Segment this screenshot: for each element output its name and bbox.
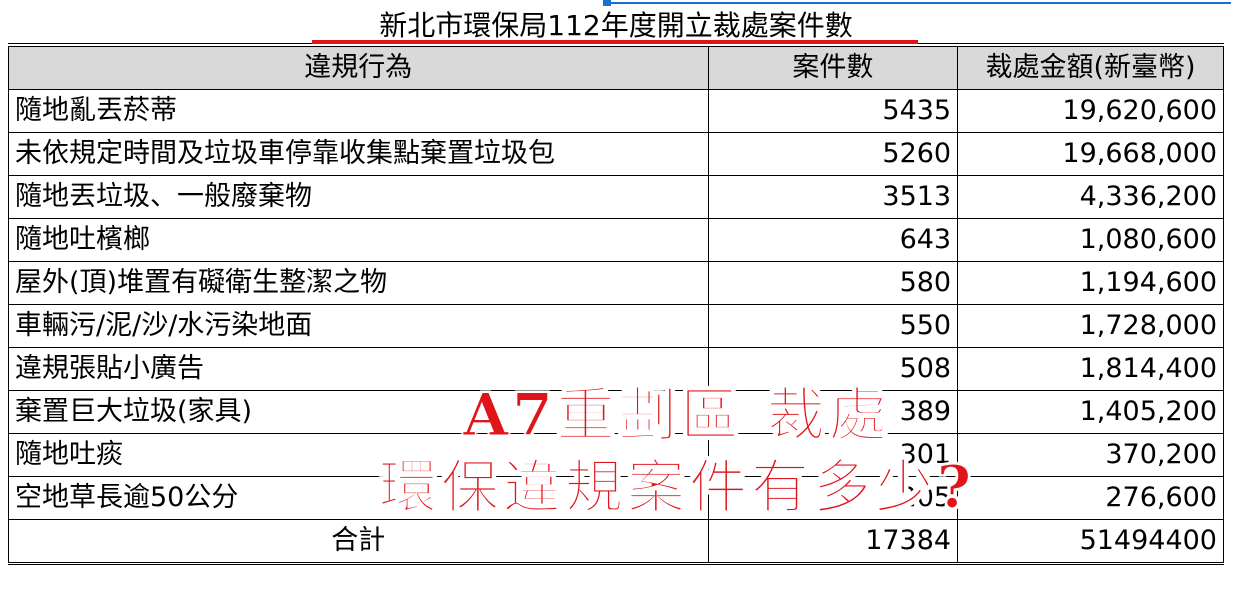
table-row: 隨地丟垃圾、一般廢棄物 3513 4,336,200 bbox=[8, 175, 1224, 219]
violation-cell[interactable]: 隨地吐檳榔 bbox=[8, 218, 709, 262]
count-cell[interactable]: 643 bbox=[707, 218, 959, 262]
table-row: 車輛污/泥/沙/水污染地面 550 1,728,000 bbox=[8, 304, 1224, 348]
total-row: 合計 17384 51494400 bbox=[8, 519, 1224, 565]
count-cell[interactable]: 580 bbox=[707, 261, 959, 305]
count-cell[interactable]: 3513 bbox=[707, 175, 959, 219]
amount-cell[interactable]: 1,080,600 bbox=[957, 218, 1224, 262]
table-row: 隨地吐檳榔 643 1,080,600 bbox=[8, 218, 1224, 262]
violation-cell[interactable]: 隨地亂丟菸蒂 bbox=[8, 89, 709, 133]
count-cell[interactable]: 550 bbox=[707, 304, 959, 348]
overlay-caption-line2: 環保違規案件有多少? bbox=[379, 453, 975, 522]
total-count-cell[interactable]: 17384 bbox=[707, 519, 959, 565]
amount-cell[interactable]: 1,194,600 bbox=[957, 261, 1224, 305]
table-row: 隨地亂丟菸蒂 5435 19,620,600 bbox=[8, 89, 1224, 133]
title-underline bbox=[312, 40, 918, 44]
header-cell[interactable]: 案件數 bbox=[707, 46, 959, 90]
total-label-cell[interactable]: 合計 bbox=[8, 519, 709, 565]
total-amount-cell[interactable]: 51494400 bbox=[957, 519, 1224, 565]
table-row: 屋外(頂)堆置有礙衛生整潔之物 580 1,194,600 bbox=[8, 261, 1224, 305]
amount-cell[interactable]: 1,728,000 bbox=[957, 304, 1224, 348]
violation-cell[interactable]: 屋外(頂)堆置有礙衛生整潔之物 bbox=[8, 261, 709, 305]
violation-cell[interactable]: 未依規定時間及垃圾車停靠收集點棄置垃圾包 bbox=[8, 132, 709, 176]
header-cell[interactable]: 違規行為 bbox=[8, 46, 709, 90]
spreadsheet: 新北市環保局112年度開立裁處案件數 違規行為 案件數 裁處金額(新臺幣) 隨地… bbox=[0, 0, 1234, 594]
count-cell[interactable]: 5435 bbox=[707, 89, 959, 133]
violation-cell[interactable]: 車輛污/泥/沙/水污染地面 bbox=[8, 304, 709, 348]
table-title: 新北市環保局112年度開立裁處案件數 bbox=[8, 4, 1224, 44]
amount-cell[interactable]: 19,620,600 bbox=[957, 89, 1224, 133]
header-cell[interactable]: 裁處金額(新臺幣) bbox=[957, 46, 1224, 90]
amount-cell[interactable]: 4,336,200 bbox=[957, 175, 1224, 219]
amount-cell[interactable]: 19,668,000 bbox=[957, 132, 1224, 176]
count-cell[interactable]: 5260 bbox=[707, 132, 959, 176]
violation-cell[interactable]: 隨地丟垃圾、一般廢棄物 bbox=[8, 175, 709, 219]
table-row: 未依規定時間及垃圾車停靠收集點棄置垃圾包 5260 19,668,000 bbox=[8, 132, 1224, 176]
header-row: 違規行為 案件數 裁處金額(新臺幣) bbox=[8, 46, 1224, 90]
